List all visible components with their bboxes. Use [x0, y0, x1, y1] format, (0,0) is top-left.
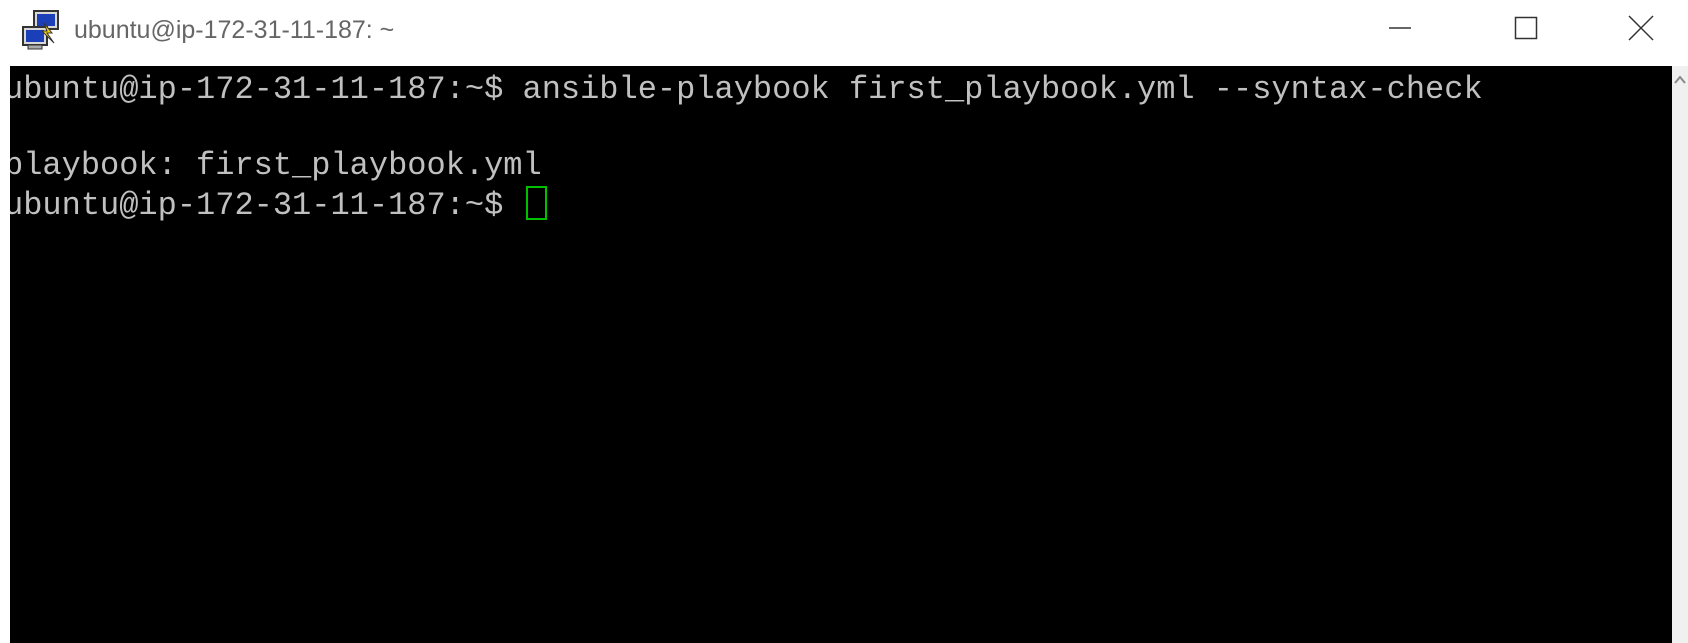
window-title: ubuntu@ip-172-31-11-187: ~	[74, 16, 395, 44]
close-button[interactable]	[1594, 0, 1688, 60]
terminal-line: playbook: first_playbook.yml	[10, 148, 542, 184]
maximize-icon	[1514, 16, 1538, 45]
shell-prompt: ubuntu@ip-172-31-11-187:~$	[10, 187, 523, 224]
vertical-scrollbar[interactable]	[1672, 66, 1688, 643]
terminal-line: ubuntu@ip-172-31-11-187:~$ ansible-playb…	[10, 72, 1483, 108]
window-border	[0, 66, 10, 643]
title-bar[interactable]: ubuntu@ip-172-31-11-187: ~	[0, 0, 1688, 66]
terminal-area[interactable]: ubuntu@ip-172-31-11-187:~$ ansible-playb…	[10, 66, 1672, 643]
maximize-button[interactable]	[1471, 0, 1581, 60]
minimize-button[interactable]	[1345, 0, 1455, 60]
terminal-line: ubuntu@ip-172-31-11-187:~$	[10, 186, 548, 224]
arrow-up-icon	[1674, 72, 1686, 90]
scroll-up-button[interactable]	[1672, 66, 1688, 96]
minimize-icon	[1388, 16, 1412, 45]
command-text: ansible-playbook first_playbook.yml --sy…	[522, 71, 1483, 108]
close-icon	[1628, 14, 1654, 46]
putty-icon[interactable]	[20, 9, 64, 53]
output-text: playbook: first_playbook.yml	[10, 147, 542, 184]
shell-prompt: ubuntu@ip-172-31-11-187:~$	[10, 71, 523, 108]
text-cursor	[526, 186, 548, 220]
